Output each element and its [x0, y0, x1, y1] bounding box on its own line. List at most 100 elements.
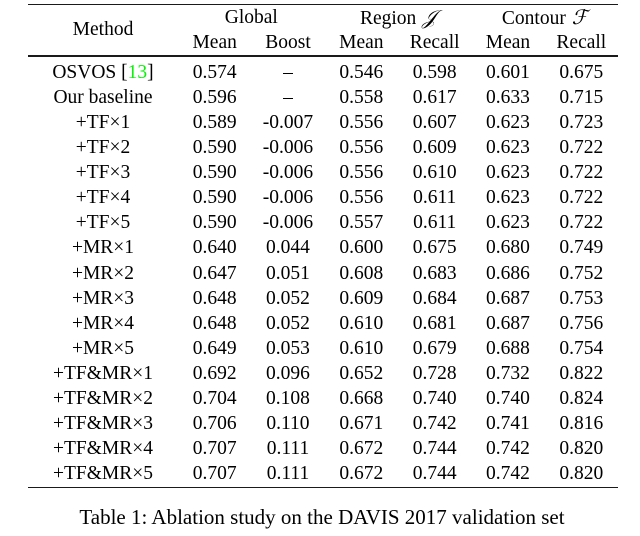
cell-r9-c2: 0.609 — [339, 287, 384, 309]
cell-r4-c2: 0.556 — [339, 162, 384, 184]
method-label-12: +TF&MR×1 — [52, 362, 153, 384]
cell-r3-c2: 0.556 — [339, 137, 384, 159]
group-label-0: Global — [224, 6, 278, 28]
cell-method-9: +MR×3 — [28, 286, 178, 311]
cell-r4-c4: 0.623 — [486, 162, 530, 184]
method-label-14: +TF&MR×3 — [52, 413, 153, 435]
cell-r10-c1: 0.052 — [266, 312, 310, 334]
method-label-6: +TF×5 — [75, 212, 131, 234]
table-row: +TF&MR×1 0.692 0.096 0.652 0.728 0.732 0.822 — [28, 361, 618, 386]
cell-r12-c1: 0.096 — [266, 362, 310, 384]
cell-r6-c5: 0.722 — [559, 212, 604, 234]
cell-method-6: +TF×5 — [28, 211, 178, 236]
ablation-table: Method Global Region 𝒥 Contour ℱ Mean Boost Me… — [28, 4, 618, 488]
cell-r6-c4: 0.623 — [486, 212, 530, 234]
method-label-4: +TF×3 — [75, 162, 131, 184]
cell-r9-c1: 0.052 — [266, 287, 310, 309]
cell-r0-c2: 0.546 — [339, 61, 384, 83]
cell-r16-c4: 0.742 — [486, 463, 530, 485]
method-label-15: +TF&MR×4 — [52, 438, 153, 460]
cell-method-8: +MR×2 — [28, 261, 178, 286]
citation-number-0[interactable]: 13 — [128, 62, 148, 83]
cell-method-11: +MR×5 — [28, 336, 178, 361]
cell-r2-c4: 0.623 — [486, 111, 530, 133]
cell-r8-c4: 0.686 — [486, 262, 530, 284]
cell-r11-c5: 0.754 — [559, 337, 604, 359]
method-label-3: +TF×2 — [75, 137, 131, 159]
table-row: +TF&MR×5 0.707 0.111 0.672 0.744 0.742 0.820 — [28, 462, 618, 488]
cell-r8-c3: 0.683 — [412, 262, 457, 284]
cell-r9-c5: 0.753 — [559, 287, 604, 309]
cell-r4-c0: 0.590 — [192, 162, 237, 184]
citation-bracket-close: ] — [147, 61, 154, 83]
cell-r8-c0: 0.647 — [192, 262, 237, 284]
table-row: +MR×5 0.649 0.053 0.610 0.679 0.688 0.754 — [28, 336, 618, 361]
cell-r8-c5: 0.752 — [559, 262, 604, 284]
cell-r5-c4: 0.623 — [486, 187, 530, 209]
cell-r3-c1: -0.006 — [262, 137, 314, 159]
cell-method-14: +TF&MR×3 — [28, 411, 178, 436]
cell-r14-c0: 0.706 — [192, 413, 237, 435]
cell-r5-c2: 0.556 — [339, 187, 384, 209]
cell-r10-c2: 0.610 — [339, 312, 384, 334]
method-label-5: +TF×4 — [75, 187, 131, 209]
column-subheader-2: Mean — [339, 31, 384, 53]
method-label-1: Our baseline — [53, 86, 153, 108]
cell-r13-c5: 0.824 — [559, 388, 604, 410]
cell-r9-c3: 0.684 — [412, 287, 457, 309]
cell-r4-c3: 0.610 — [412, 162, 457, 184]
method-label-0: OSVOS — [52, 61, 117, 83]
cell-r1-c2: 0.558 — [339, 86, 384, 108]
cell-r12-c0: 0.692 — [192, 362, 237, 384]
method-label-9: +MR×3 — [71, 287, 135, 309]
cell-method-13: +TF&MR×2 — [28, 386, 178, 411]
table-row: +TF&MR×2 0.704 0.108 0.668 0.740 0.740 0.824 — [28, 386, 618, 411]
cell-r14-c4: 0.741 — [486, 413, 530, 435]
cell-r7-c0: 0.640 — [192, 237, 237, 259]
cell-r7-c1: 0.044 — [266, 237, 310, 259]
cell-r8-c1: 0.051 — [266, 262, 310, 284]
column-header-method: Method — [72, 19, 134, 41]
column-group-header-global: Global — [178, 5, 325, 30]
cell-r15-c5: 0.820 — [559, 438, 604, 460]
group-label-2: Contour — [501, 7, 566, 29]
cell-r2-c1: -0.007 — [262, 111, 314, 133]
method-label-7: +MR×1 — [71, 237, 135, 259]
cell-r14-c5: 0.816 — [559, 413, 604, 435]
table-row: +MR×4 0.648 0.052 0.610 0.681 0.687 0.756 — [28, 311, 618, 336]
cell-r1-c1: – — [283, 86, 293, 108]
cell-r2-c3: 0.607 — [412, 111, 457, 133]
column-subheader-1: Boost — [265, 31, 311, 53]
cell-r10-c0: 0.648 — [192, 312, 237, 334]
cell-method-7: +MR×1 — [28, 236, 178, 261]
cell-r14-c1: 0.110 — [266, 413, 310, 435]
cell-r2-c5: 0.723 — [559, 111, 604, 133]
cell-r7-c2: 0.600 — [339, 237, 384, 259]
cell-r3-c5: 0.722 — [559, 137, 604, 159]
table-row: +TF&MR×4 0.707 0.111 0.672 0.744 0.742 0.820 — [28, 436, 618, 461]
cell-r2-c2: 0.556 — [339, 111, 384, 133]
cell-r0-c5: 0.675 — [559, 61, 604, 83]
cell-r4-c5: 0.722 — [559, 162, 604, 184]
table-row: +MR×1 0.640 0.044 0.600 0.675 0.680 0.749 — [28, 236, 618, 261]
cell-r6-c2: 0.557 — [339, 212, 384, 234]
cell-r5-c3: 0.611 — [413, 187, 457, 209]
cell-r15-c2: 0.672 — [339, 438, 384, 460]
cell-r12-c2: 0.652 — [339, 362, 384, 384]
cell-r16-c2: 0.672 — [339, 463, 384, 485]
cell-r3-c0: 0.590 — [192, 137, 237, 159]
cell-r12-c3: 0.728 — [412, 362, 457, 384]
cell-r6-c1: -0.006 — [262, 212, 314, 234]
cell-r15-c1: 0.111 — [266, 438, 310, 460]
column-group-header-contour: Contour ℱ — [471, 5, 618, 30]
cell-r14-c3: 0.742 — [412, 413, 457, 435]
cell-r10-c4: 0.687 — [486, 312, 530, 334]
cell-r7-c5: 0.749 — [559, 237, 604, 259]
caption-text: Table 1: Ablation study on the DAVIS 201… — [79, 506, 565, 529]
cell-r3-c4: 0.623 — [486, 137, 530, 159]
cell-r14-c2: 0.671 — [339, 413, 384, 435]
cell-r12-c5: 0.822 — [559, 362, 604, 384]
method-label-13: +TF&MR×2 — [52, 388, 153, 410]
cell-r4-c1: -0.006 — [262, 162, 314, 184]
cell-r13-c1: 0.108 — [266, 388, 310, 410]
